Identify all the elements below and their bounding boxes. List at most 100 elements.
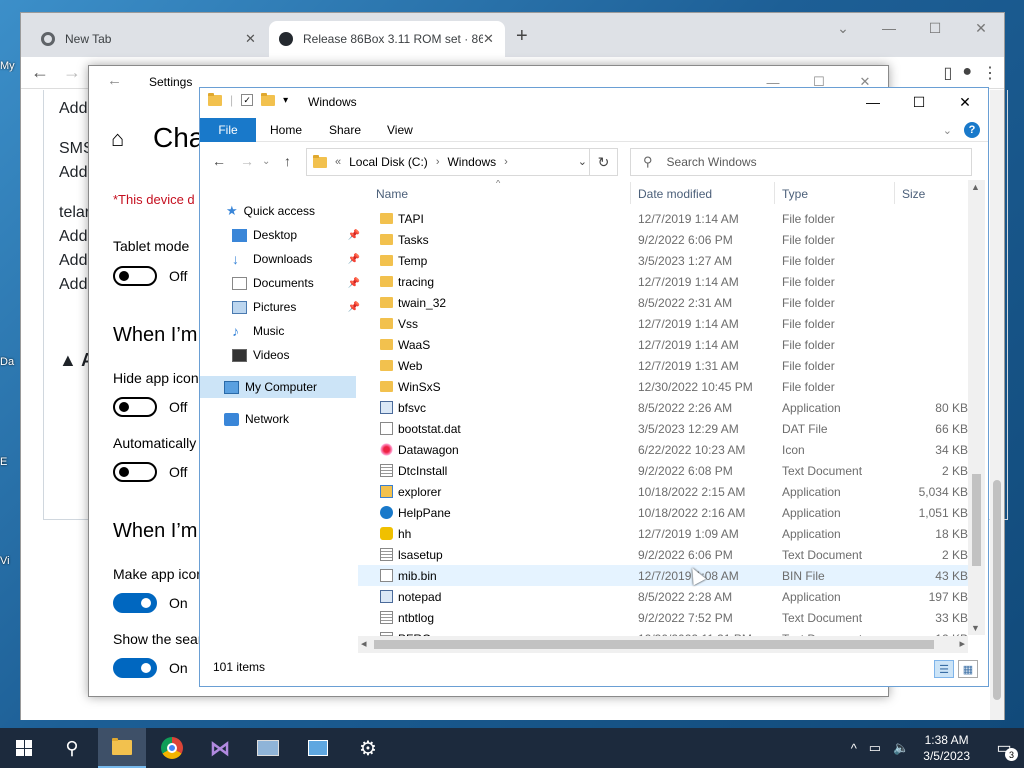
- automatically-toggle[interactable]: [113, 462, 157, 482]
- clock[interactable]: 1:38 AM 3/5/2023: [923, 732, 970, 764]
- settings-taskbar-icon[interactable]: ⚙: [344, 728, 392, 768]
- show-search-toggle[interactable]: [113, 658, 157, 678]
- desktop-icon-label[interactable]: My: [0, 60, 20, 72]
- nav-item-network[interactable]: Network: [224, 408, 352, 430]
- column-header-date[interactable]: Date modified: [638, 180, 712, 208]
- table-row[interactable]: twain_32 8/5/2022 2:31 AM File folder: [358, 292, 968, 313]
- column-divider[interactable]: [894, 182, 895, 204]
- close-icon[interactable]: ✕: [245, 31, 256, 47]
- start-button[interactable]: [0, 728, 48, 768]
- table-row[interactable]: Datawagon 6/22/2022 10:23 AM Icon 34 KB: [358, 439, 968, 460]
- new-tab-button[interactable]: +: [516, 25, 528, 48]
- nav-item-desktop[interactable]: Desktop 📌: [232, 224, 360, 246]
- breadcrumb-overflow[interactable]: «: [335, 156, 341, 168]
- new-folder-icon[interactable]: [261, 92, 276, 106]
- address-bar[interactable]: « Local Disk (C:) › Windows › ⌄ ↻: [306, 148, 618, 176]
- close-icon[interactable]: ✕: [483, 31, 494, 47]
- table-row[interactable]: WaaS 12/7/2019 1:14 AM File folder: [358, 334, 968, 355]
- column-header-name[interactable]: Name: [376, 180, 408, 208]
- back-arrow-icon[interactable]: ←: [107, 72, 122, 89]
- chrome-scrollbar[interactable]: [990, 90, 1004, 720]
- ribbon-tab-file[interactable]: File: [200, 118, 256, 142]
- chevron-down-icon[interactable]: ⌄: [820, 13, 866, 43]
- close-button[interactable]: ✕: [942, 88, 988, 116]
- scroll-thumb[interactable]: [374, 640, 934, 649]
- back-button[interactable]: ←: [212, 153, 226, 169]
- back-button[interactable]: ←: [31, 62, 49, 83]
- column-header-type[interactable]: Type: [782, 180, 808, 208]
- desktop-icon-label[interactable]: Da: [0, 356, 20, 368]
- ribbon-tab-home[interactable]: Home: [270, 118, 302, 142]
- recent-locations-icon[interactable]: ⌄: [262, 156, 270, 167]
- table-row[interactable]: TAPI 12/7/2019 1:14 AM File folder: [358, 208, 968, 229]
- vertical-scrollbar[interactable]: ▲ ▼: [968, 180, 985, 635]
- up-button[interactable]: ↑: [284, 153, 291, 169]
- breadcrumb-drive[interactable]: Local Disk (C:): [349, 155, 428, 169]
- network-icon[interactable]: ▭: [869, 740, 881, 756]
- table-row[interactable]: DtcInstall 9/2/2022 6:08 PM Text Document 2…: [358, 460, 968, 481]
- chrome-taskbar-icon[interactable]: [148, 728, 196, 768]
- column-divider[interactable]: [774, 182, 775, 204]
- app-taskbar-icon[interactable]: [294, 728, 342, 768]
- nav-item-quick-access[interactable]: ★ Quick access: [226, 200, 354, 222]
- table-row[interactable]: lsasetup 9/2/2022 6:06 PM Text Document 2 K…: [358, 544, 968, 565]
- chrome-tab-github[interactable]: Release 86Box 3.11 ROM set · 86 ✕: [269, 21, 505, 57]
- table-row[interactable]: ntbtlog 9/2/2022 7:52 PM Text Document 33 K…: [358, 607, 968, 628]
- close-button[interactable]: ✕: [958, 13, 1004, 43]
- table-row[interactable]: HelpPane 10/18/2022 2:16 AM Application 1,0…: [358, 502, 968, 523]
- tablet-mode-toggle[interactable]: [113, 266, 157, 286]
- nav-item-music[interactable]: ♪ Music: [232, 320, 352, 342]
- table-row[interactable]: WinSxS 12/30/2022 10:45 PM File folder: [358, 376, 968, 397]
- chrome-tab-new-tab[interactable]: New Tab ✕: [31, 21, 267, 57]
- refresh-button[interactable]: ↻: [589, 149, 617, 175]
- details-view-icon[interactable]: ☰: [934, 660, 954, 678]
- volume-icon[interactable]: 🔈: [893, 740, 909, 756]
- maximize-button[interactable]: ☐: [912, 13, 958, 43]
- maximize-button[interactable]: ☐: [896, 88, 942, 116]
- table-row[interactable]: bootstat.dat 3/5/2023 12:29 AM DAT File 66 …: [358, 418, 968, 439]
- table-row[interactable]: explorer 10/18/2022 2:15 AM Application 5,0…: [358, 481, 968, 502]
- app-taskbar-icon[interactable]: [244, 728, 292, 768]
- customize-dropdown-icon[interactable]: ▾: [283, 95, 288, 106]
- forward-button[interactable]: →: [240, 153, 254, 169]
- hide-app-icons-toggle[interactable]: [113, 397, 157, 417]
- chevron-up-icon[interactable]: ^: [851, 741, 857, 756]
- nav-item-my-computer[interactable]: My Computer: [200, 376, 356, 398]
- make-app-icons-toggle[interactable]: [113, 593, 157, 613]
- notifications-button[interactable]: ▭ 3: [984, 728, 1024, 768]
- forward-button[interactable]: →: [63, 62, 81, 83]
- large-icons-view-icon[interactable]: ▦: [958, 660, 978, 678]
- column-header-size[interactable]: Size: [902, 180, 925, 208]
- expand-ribbon-icon[interactable]: ⌄: [943, 124, 952, 137]
- chevron-right-icon[interactable]: ›: [436, 156, 440, 168]
- scroll-thumb[interactable]: [993, 480, 1001, 700]
- scroll-down-arrow[interactable]: ▼: [971, 623, 980, 633]
- home-icon[interactable]: ⌂: [111, 126, 124, 152]
- column-divider[interactable]: [630, 182, 631, 204]
- table-row[interactable]: notepad 8/5/2022 2:28 AM Application 197 KB: [358, 586, 968, 607]
- desktop-icon-label[interactable]: E: [0, 456, 20, 468]
- menu-icon[interactable]: ⋮: [982, 63, 998, 83]
- scroll-up-arrow[interactable]: ▲: [971, 182, 980, 192]
- minimize-button[interactable]: —: [850, 88, 896, 116]
- minimize-button[interactable]: —: [866, 13, 912, 43]
- nav-item-documents[interactable]: Documents 📌: [232, 272, 360, 294]
- table-row[interactable]: Temp 3/5/2023 1:27 AM File folder: [358, 250, 968, 271]
- table-row[interactable]: mib.bin 12/7/2019 1:08 AM BIN File 43 KB: [358, 565, 968, 586]
- search-input[interactable]: [666, 155, 947, 169]
- file-explorer-taskbar-icon[interactable]: [98, 728, 146, 768]
- side-panel-icon[interactable]: ▯: [944, 63, 953, 83]
- scroll-thumb[interactable]: [972, 474, 981, 566]
- table-row[interactable]: Tasks 9/2/2022 6:06 PM File folder: [358, 229, 968, 250]
- table-row[interactable]: bfsvc 8/5/2022 2:26 AM Application 80 KB: [358, 397, 968, 418]
- chevron-down-icon[interactable]: ⌄: [578, 155, 587, 168]
- properties-icon[interactable]: ✓: [241, 94, 254, 106]
- ribbon-tab-view[interactable]: View: [387, 118, 413, 142]
- scroll-right-arrow[interactable]: ▸: [959, 637, 965, 650]
- nav-item-videos[interactable]: Videos: [232, 344, 352, 366]
- table-row[interactable]: hh 12/7/2019 1:09 AM Application 18 KB: [358, 523, 968, 544]
- search-box[interactable]: ⚲: [630, 148, 972, 176]
- breadcrumb-folder[interactable]: Windows: [447, 155, 496, 169]
- visual-studio-taskbar-icon[interactable]: ⋈: [196, 728, 244, 768]
- horizontal-scrollbar[interactable]: ◂ ▸: [358, 636, 968, 653]
